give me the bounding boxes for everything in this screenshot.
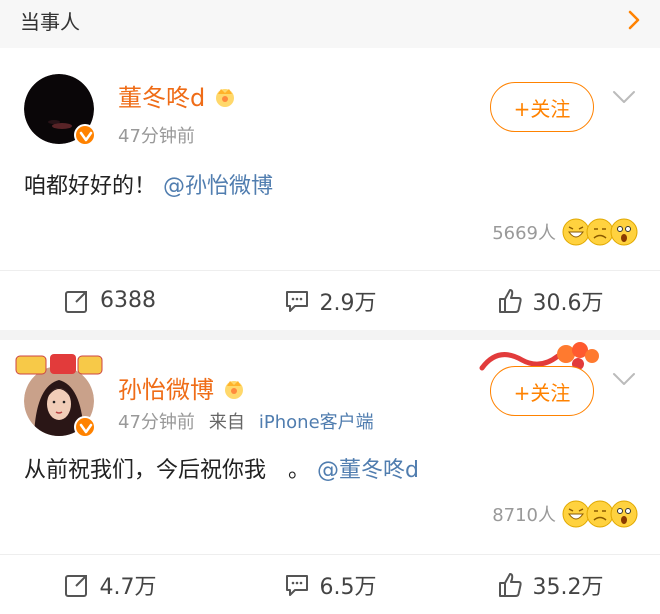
post-time: 47分钟前 [118, 412, 195, 433]
username[interactable]: 董冬咚d [118, 78, 205, 113]
reaction-summary[interactable]: 8710人 [492, 500, 638, 528]
reaction-count: 5669人 [492, 223, 556, 244]
comment-icon [285, 574, 308, 596]
section-header[interactable]: 当事人 [0, 0, 660, 48]
verified-badge-icon [74, 416, 96, 438]
crown-icon [216, 88, 235, 107]
reaction-count: 8710人 [492, 505, 556, 526]
like-button[interactable]: 35.2万 [440, 555, 660, 614]
thumbs-up-icon [498, 572, 522, 597]
follow-button[interactable]: +关注 [490, 366, 594, 416]
post-text: 咱都好好的！ @孙怡微博 [24, 168, 273, 200]
post-body: 从前祝我们，今后祝你我 。 [24, 458, 311, 483]
repost-icon [64, 574, 87, 597]
section-title: 当事人 [20, 10, 80, 34]
surprised-emoji-icon [610, 218, 638, 246]
mention-link[interactable]: @董冬咚d [317, 458, 419, 483]
post-source-label: 来自 [208, 412, 245, 433]
post-card: 董冬咚d 47分钟前 +关注 咱都好好的！ @孙怡微博 5669人 6388 2… [0, 48, 660, 330]
post-card: 孙怡微博 47分钟前 来自 iPhone客户端 +关注 从前祝我们，今后祝你我 … [0, 340, 660, 614]
avatar-decoration-icon [15, 354, 103, 375]
chevron-down-icon[interactable] [612, 90, 636, 104]
username[interactable]: 孙怡微博 [118, 370, 214, 405]
post-body: 咱都好好的！ [24, 174, 157, 199]
surprised-emoji-icon [610, 500, 638, 528]
post-time: 47分钟前 [118, 126, 195, 147]
thumbs-up-icon [498, 288, 522, 313]
comment-count: 2.9万 [319, 290, 377, 316]
repost-count: 6388 [100, 288, 156, 313]
mention-link[interactable]: @孙怡微博 [163, 174, 273, 199]
repost-button[interactable]: 4.7万 [0, 555, 220, 614]
comment-icon [285, 290, 308, 312]
post-text: 从前祝我们，今后祝你我 。 @董冬咚d [24, 452, 419, 484]
action-bar: 6388 2.9万 30.6万 [0, 270, 660, 330]
follow-button[interactable]: +关注 [490, 82, 594, 132]
repost-button[interactable]: 6388 [0, 271, 220, 330]
repost-icon [65, 290, 87, 313]
comment-count: 6.5万 [319, 574, 377, 600]
chevron-right-icon [628, 10, 640, 30]
repost-count: 4.7万 [99, 574, 157, 600]
verified-badge-icon [74, 124, 96, 146]
crown-icon [225, 380, 243, 399]
like-button[interactable]: 30.6万 [440, 271, 660, 330]
like-count: 30.6万 [532, 290, 604, 316]
chevron-down-icon[interactable] [612, 372, 636, 386]
comment-button[interactable]: 6.5万 [220, 555, 440, 614]
post-client-link[interactable]: iPhone客户端 [259, 408, 374, 434]
reaction-summary[interactable]: 5669人 [492, 218, 638, 246]
like-count: 35.2万 [532, 574, 604, 600]
action-bar: 4.7万 6.5万 35.2万 [0, 554, 660, 614]
comment-button[interactable]: 2.9万 [220, 271, 440, 330]
